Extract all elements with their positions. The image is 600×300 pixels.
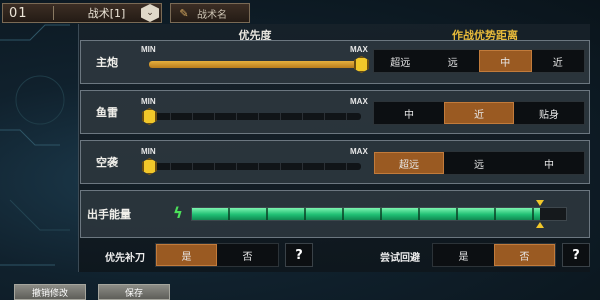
main-gun-label: 主炮 [96,56,118,69]
main-gun-priority-slider[interactable] [149,56,369,73]
main-gun-priority-fill [149,61,361,68]
lightning-icon: ϟ [173,204,183,222]
distance-option[interactable]: 近 [444,102,514,124]
torpedo-distance-selector[interactable]: 中近贴身 [373,101,585,125]
toggle-option[interactable]: 否 [494,244,555,266]
main-gun-min-label: MIN [141,45,156,54]
output-energy-label: 出手能量 [87,208,131,221]
torpedo-row: 鱼雷 MIN MAX 中近贴身 [80,90,590,134]
air-strike-distance-selector[interactable]: 超远远中 [373,151,585,175]
torpedo-priority-knob[interactable] [142,108,157,125]
try-evade-toggle[interactable]: 是否 [432,243,556,267]
toggle-option[interactable]: 否 [217,244,278,266]
distance-option[interactable]: 超远 [374,152,444,174]
distance-option[interactable]: 中 [514,152,584,174]
rename-tactic-button[interactable]: ✎ 战术名 [170,3,250,23]
air-strike-priority-knob[interactable] [142,158,157,175]
priority-finish-toggle[interactable]: 是否 [155,243,279,267]
tactic-selector[interactable]: 01 战术[1] ⌄ [2,3,162,23]
distance-option[interactable]: 中 [479,50,532,72]
air-strike-label: 空袭 [96,156,118,169]
distance-option[interactable]: 远 [444,152,514,174]
try-evade-help-button[interactable]: ? [562,243,590,267]
energy-marker-top[interactable] [535,200,544,206]
output-energy-bar[interactable] [191,200,567,228]
torpedo-max-label: MAX [350,97,368,106]
distance-option[interactable]: 中 [374,102,444,124]
main-gun-priority-knob[interactable] [354,56,369,73]
rename-tactic-label: 战术名 [197,9,227,21]
pencil-icon: ✎ [179,6,189,20]
toggle-option[interactable]: 是 [433,244,494,266]
priority-finish-label: 优先补刀 [105,253,145,264]
energy-marker-bottom[interactable] [535,222,544,228]
chevron-down-icon[interactable]: ⌄ [141,4,159,22]
air-strike-min-label: MIN [141,147,156,156]
main-gun-row: 主炮 MIN MAX 超远远中近 [80,40,590,84]
distance-option[interactable]: 远 [427,50,480,72]
distance-option[interactable]: 超远 [374,50,427,72]
distance-option[interactable]: 近 [532,50,585,72]
priority-finish-help-button[interactable]: ? [285,243,313,267]
tactic-name: 战术[1] [87,7,126,20]
save-button[interactable]: 保存 [98,284,170,300]
air-strike-max-label: MAX [350,147,368,156]
torpedo-label: 鱼雷 [96,106,118,119]
tactic-number: 01 [9,5,28,21]
toggle-option[interactable]: 是 [156,244,217,266]
output-energy-ticks [192,208,566,220]
distance-option[interactable]: 贴身 [514,102,584,124]
main-gun-distance-selector[interactable]: 超远远中近 [373,49,585,73]
torpedo-priority-slider[interactable] [142,108,361,125]
revert-changes-button[interactable]: 撤销修改 [14,284,86,300]
try-evade-label: 尝试回避 [380,253,420,264]
main-gun-max-label: MAX [350,45,368,54]
output-energy-row: 出手能量 ϟ [80,190,590,238]
torpedo-min-label: MIN [141,97,156,106]
air-strike-row: 空袭 MIN MAX 超远远中 [80,140,590,184]
air-strike-priority-slider[interactable] [142,158,361,175]
